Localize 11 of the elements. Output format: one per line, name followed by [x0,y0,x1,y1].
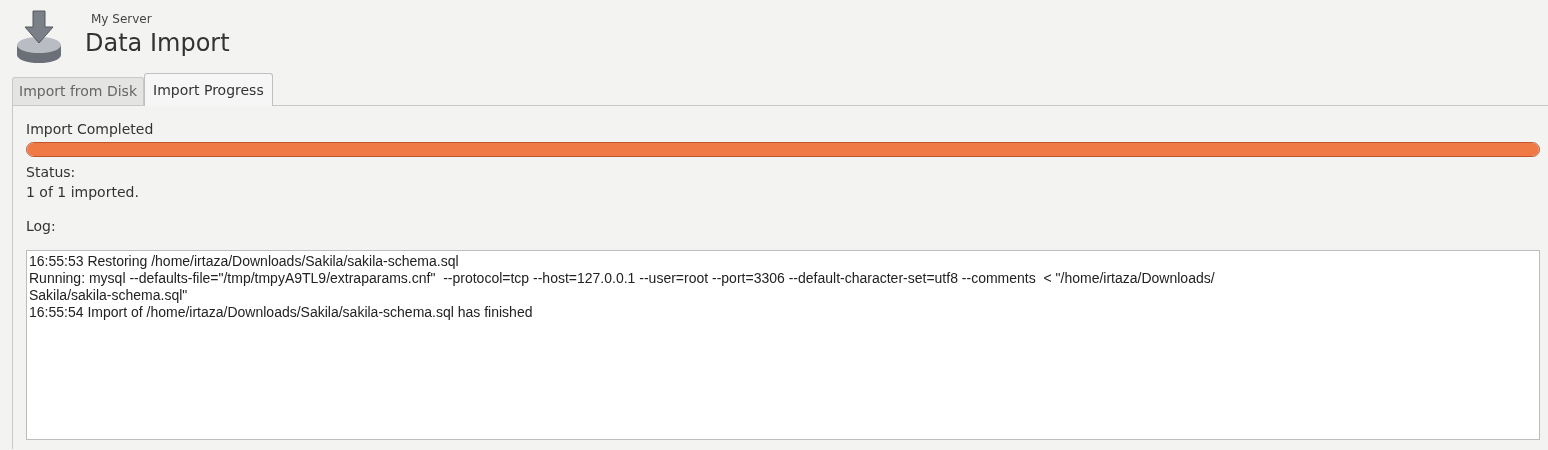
log-area[interactable] [26,250,1540,440]
tab[interactable]: Import from Disk [12,77,144,105]
log-label: Log: [26,217,57,236]
progress-label: Import Completed [26,120,155,138]
tab[interactable]: Import Progress [144,73,273,106]
status-text: 1 of 1 imported. [26,183,140,202]
server-name: My Server [91,11,153,28]
import-icon [15,9,63,65]
status-label: Status: [26,163,77,182]
page-title: Data Import [85,28,230,58]
log-text: 16:55:53 Restoring /home/irtaza/Downloads/Sakila/sakila-schema.sql Running: mysql --defaults-file="/tmp/tmpyA9TL9/extraparams.cnf" --protocol=tcp --host=127.0.0.1 --user=root --port=3306 --default-character-set=utf8 --comments < "/home/irtaza/Downloads/ Sakila/sakila-schema.sql" 16:55:54 Import of /home/irtaza/Downloads/Sakila/sakila-schema.sql has finished [29,253,1216,321]
